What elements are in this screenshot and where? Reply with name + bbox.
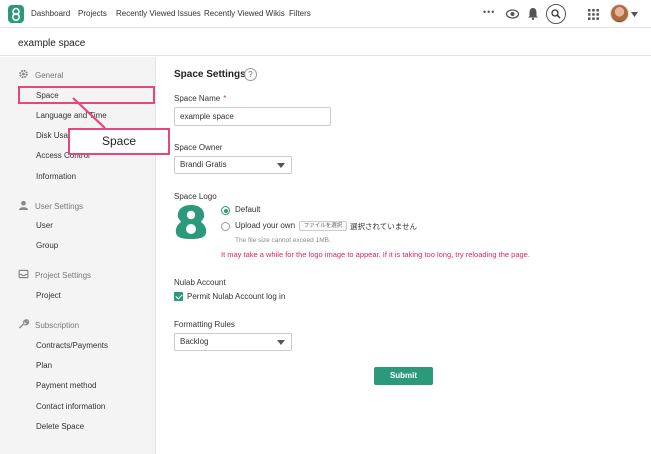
formatting-rules-label: Formatting Rules <box>174 320 235 329</box>
space-name-input[interactable] <box>174 107 331 126</box>
sidebar-section-user-settings: User Settings <box>18 200 83 211</box>
watch-eye-icon[interactable] <box>506 8 519 20</box>
search-button[interactable] <box>546 4 566 24</box>
more-icon[interactable]: ••• <box>483 7 495 17</box>
space-owner-select[interactable]: Brandi Gratis <box>174 156 292 174</box>
wrench-icon <box>18 319 29 329</box>
sidebar-item-language-and-time[interactable]: Language and Time <box>36 111 107 120</box>
logo-warning: It may take a while for the logo image t… <box>221 250 530 259</box>
sidebar-section-project-settings: Project Settings <box>18 269 91 280</box>
annotation-callout: Space <box>68 128 170 155</box>
search-icon <box>551 9 561 19</box>
sidebar-item-contracts-payments[interactable]: Contracts/Payments <box>36 341 108 350</box>
sidebar-item-delete-space[interactable]: Delete Space <box>36 422 84 431</box>
highlight-box <box>18 86 155 104</box>
sidebar-item-user[interactable]: User <box>36 221 53 230</box>
nav-projects[interactable]: Projects <box>78 9 107 18</box>
chevron-down-icon <box>277 163 285 168</box>
permit-nulab-label[interactable]: Permit Nulab Account log in <box>187 292 285 301</box>
sidebar-section-general: General <box>18 69 63 80</box>
submit-button[interactable]: Submit <box>374 367 433 385</box>
gear-icon <box>19 69 28 79</box>
formatting-rules-value: Backlog <box>180 337 209 346</box>
inbox-icon <box>18 269 29 279</box>
space-header: example space <box>0 29 651 56</box>
top-nav: Dashboard Projects Recently Viewed Issue… <box>0 0 651 28</box>
sidebar-item-project[interactable]: Project <box>36 291 61 300</box>
help-icon[interactable]: ? <box>244 68 257 81</box>
backlog-logo-icon[interactable] <box>8 5 24 23</box>
sidebar-item-payment-method[interactable]: Payment method <box>36 381 96 390</box>
file-size-hint: The file size cannot exceed 1MB. <box>235 237 331 244</box>
sidebar-item-contact-information[interactable]: Contact information <box>36 402 105 411</box>
sidebar-item-plan[interactable]: Plan <box>36 361 52 370</box>
sidebar-section-subscription: Subscription <box>18 319 79 330</box>
file-none-text: 選択されていません <box>350 222 418 231</box>
required-mark: * <box>223 94 227 103</box>
formatting-rules-select[interactable]: Backlog <box>174 333 292 351</box>
nav-dashboard[interactable]: Dashboard <box>31 9 70 18</box>
permit-nulab-checkbox[interactable] <box>174 292 183 301</box>
logo-default-label: Default <box>235 205 261 214</box>
logo-upload-radio[interactable] <box>221 222 230 231</box>
page-title: Space Settings <box>174 69 246 80</box>
logo-upload-label: Upload your own <box>235 221 296 230</box>
space-title[interactable]: example space <box>18 38 85 49</box>
space-name-label: Space Name * <box>174 94 227 103</box>
space-owner-value: Brandi Gratis <box>180 160 227 169</box>
app-grid-icon[interactable] <box>588 9 599 20</box>
sidebar-item-information[interactable]: Information <box>36 172 76 181</box>
space-owner-label: Space Owner <box>174 143 223 152</box>
logo-default-radio[interactable] <box>221 206 230 215</box>
user-avatar[interactable] <box>610 4 629 23</box>
nav-recently-viewed-wikis[interactable]: Recently Viewed Wikis <box>204 9 285 18</box>
nulab-account-label: Nulab Account <box>174 278 226 287</box>
space-logo-icon <box>175 205 207 239</box>
chevron-down-icon[interactable] <box>631 12 638 17</box>
choose-file-button[interactable]: ファイルを選択 <box>299 221 347 231</box>
user-icon <box>18 200 29 210</box>
chevron-down-icon <box>277 340 285 345</box>
nav-filters[interactable]: Filters <box>289 9 311 18</box>
sidebar-item-group[interactable]: Group <box>36 241 58 250</box>
space-logo-label: Space Logo <box>174 192 217 201</box>
notification-bell-icon[interactable] <box>527 7 539 20</box>
nav-recently-viewed-issues[interactable]: Recently Viewed Issues <box>116 9 201 18</box>
